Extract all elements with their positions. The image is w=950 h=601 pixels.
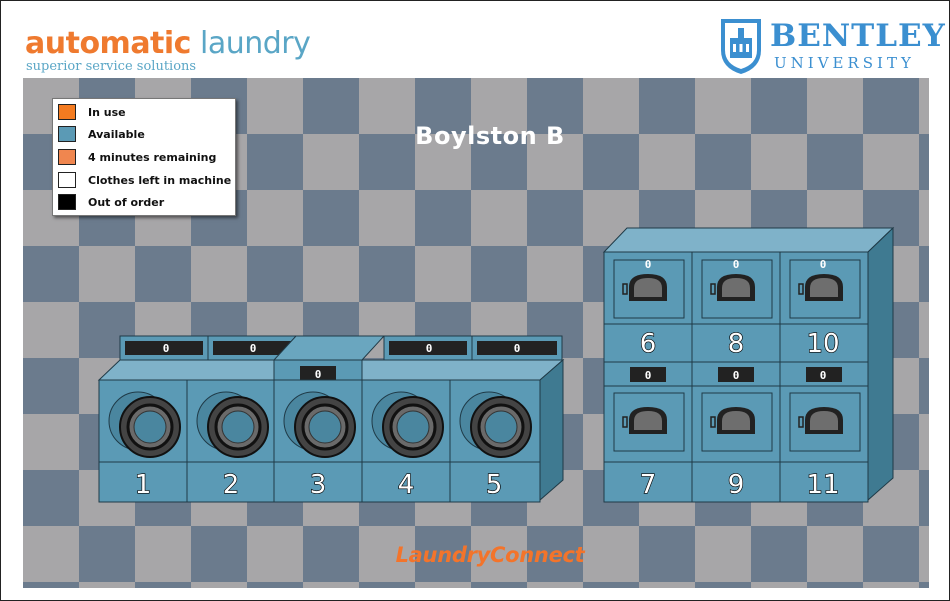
washer-number: 1 <box>135 470 152 500</box>
dryer-counter: 0 <box>733 258 740 271</box>
washer-counter: 0 <box>315 368 322 381</box>
washer-counter: 0 <box>250 342 257 355</box>
washer-counter: 0 <box>163 342 170 355</box>
dryer-counter: 0 <box>645 369 652 382</box>
dryer-counter: 0 <box>645 258 652 271</box>
washer-number: 3 <box>310 470 327 500</box>
laundryconnect-logo: LaundryConnect <box>395 543 585 567</box>
washer-counter: 0 <box>514 342 521 355</box>
dryer-counter: 0 <box>820 258 827 271</box>
dryer-number: 11 <box>806 470 839 500</box>
dryer-number: 9 <box>728 470 745 500</box>
washer-counter: 0 <box>426 342 433 355</box>
dryer-counter: 0 <box>820 369 827 382</box>
dryer-number: 8 <box>728 329 745 359</box>
machines-layer: 0 0 0 0 0 0 0 0 0 0 0 1 2 3 4 5 6 8 10 7… <box>97 226 895 503</box>
dryer-number: 6 <box>640 329 657 359</box>
washer-number: 5 <box>486 470 503 500</box>
dryer-number: 7 <box>640 470 657 500</box>
dryer-counter: 0 <box>733 369 740 382</box>
washer-number: 2 <box>223 470 240 500</box>
washer-number: 4 <box>398 470 415 500</box>
dryer-number: 10 <box>806 329 839 359</box>
